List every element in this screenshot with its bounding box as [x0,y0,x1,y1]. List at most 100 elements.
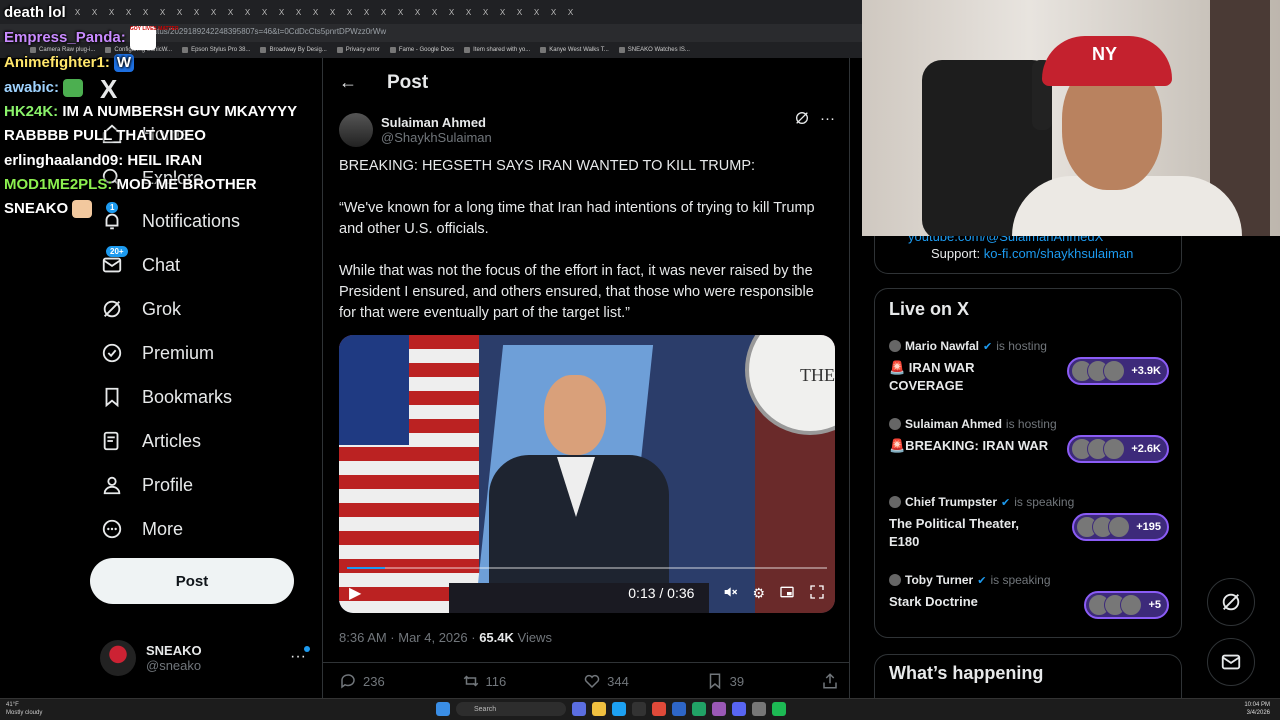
browser-tab[interactable]: X [444,4,459,20]
video-progress-fill [347,567,386,569]
taskbar-icons: Search [436,702,786,716]
sidebar-item-label: Chat [142,254,181,275]
discord-icon[interactable] [732,702,746,716]
sidebar-item-articles[interactable]: Articles [100,421,201,461]
browser-tab[interactable]: X [393,4,408,20]
bookmark-item[interactable]: Kanye West Walks T... [540,47,609,53]
chrome-icon[interactable] [652,702,666,716]
chat-username: HK24K: [4,103,59,121]
sidebar-item-more[interactable]: More [100,509,183,549]
bookmark-item[interactable]: Item shared with yo... [464,47,530,53]
sidebar-item-premium[interactable]: Premium [100,333,214,373]
app-icon[interactable] [572,702,586,716]
page-title: Post [387,72,429,93]
space-listeners-pill[interactable]: +5 [1084,591,1169,619]
settings-gear-icon[interactable]: ⚙ [752,585,765,602]
taskbar-search[interactable]: Search [456,702,566,716]
weather-widget[interactable]: 41°F Mostly cloudy [6,701,42,717]
sidebar-item-label: Articles [142,430,202,451]
browser-tab[interactable]: X [461,4,476,20]
chat-message: awabic: [4,75,314,100]
video-progress-bar[interactable] [347,567,827,569]
chat-username: Animefighter1: [4,54,110,72]
browser-tab[interactable]: X [410,4,425,20]
browser-tab[interactable]: X [563,4,578,20]
author-name[interactable]: Sulaiman Ahmed [381,115,492,130]
fullscreen-icon[interactable] [809,584,825,603]
browser-tab[interactable]: X [359,4,374,20]
spotify-icon[interactable] [772,702,786,716]
browser-tab[interactable]: X [342,4,357,20]
browser-tab[interactable]: X [546,4,561,20]
app-icon[interactable] [672,702,686,716]
support-link[interactable]: ko-fi.com/shaykhsulaiman [984,246,1134,261]
repost-button[interactable]: 116 [462,672,506,690]
views-label: Views [513,630,552,645]
more-icon[interactable]: ··· [820,110,835,130]
live-space-item[interactable]: Chief Trumpster ✔ is speaking The Politica… [889,495,1169,561]
reply-button[interactable]: 236 [339,672,385,690]
post-author[interactable]: Sulaiman Ahmed @ShaykhSulaiman [339,110,492,150]
app-icon[interactable] [692,702,706,716]
space-listeners-pill[interactable]: +2.6K [1067,435,1169,463]
play-icon[interactable]: ▶ [349,583,361,603]
browser-tab[interactable]: X [376,4,391,20]
share-button[interactable] [821,672,839,690]
bookmark-item[interactable]: Privacy error [336,47,380,53]
whats-happening-title: What’s happening [889,663,1044,683]
webcam-overlay: NY [862,0,1280,236]
chat-message: HK24K: IM A NUMBERSH GUY MKAYYYY RABBBB … [4,103,297,145]
browser-tab[interactable]: X [478,4,493,20]
post-tools: ··· [794,110,835,130]
sidebar-item-profile[interactable]: Profile [100,465,193,505]
pip-icon[interactable] [779,584,795,603]
mute-icon[interactable] [722,584,738,603]
file-explorer-icon[interactable] [592,702,606,716]
goy-lives-matter-emote: GOY LIVES MATTER [129,26,179,51]
live-space-item[interactable]: Mario Nawfal ✔ is hosting 🚨 IRAN WAR COVER… [889,339,1169,405]
sidebar-item-grok[interactable]: Grok [100,289,181,329]
browser-tab[interactable]: X [427,4,442,20]
articles-icon [100,429,124,453]
space-listeners-pill[interactable]: +195 [1072,513,1169,541]
like-button[interactable]: 344 [583,672,629,690]
app-icon[interactable] [752,702,766,716]
live-on-x-card: Live on X Mario Nawfal ✔ is hosting 🚨 IRAN… [874,288,1182,638]
video-player[interactable]: THE ▶ 0:13 / 0:36 ⚙ [339,335,835,613]
bookmark-item[interactable]: Fame - Google Docs [389,47,454,53]
messages-fab-button[interactable] [1207,638,1255,686]
post-timestamp[interactable]: 8:36 AM · Mar 4, 2026 · [339,630,479,645]
bookmark-item[interactable]: SNEAKO Watches IS... [618,47,690,53]
account-switcher[interactable]: SNEAKO @sneako ··· [100,636,310,680]
bookmark-count: 39 [729,673,745,689]
edge-icon[interactable] [612,702,626,716]
windows-start-icon[interactable] [436,702,450,716]
live-space-item[interactable]: Sulaiman Ahmed is hosting 🚨BREAKING: IRAN… [889,417,1169,483]
verified-icon [100,341,124,365]
app-icon[interactable] [712,702,726,716]
grok-fab-button[interactable] [1207,578,1255,626]
host-avatar [889,340,901,352]
bookmark-icon [709,673,720,690]
browser-tab[interactable]: X [495,4,510,20]
author-handle[interactable]: @ShaykhSulaiman [381,130,492,145]
post-button[interactable]: Post [90,558,294,604]
space-listeners-pill[interactable]: +3.9K [1067,357,1169,385]
sidebar-item-bookmarks[interactable]: Bookmarks [100,377,232,417]
browser-tab[interactable]: X [529,4,544,20]
browser-tab[interactable]: X [512,4,527,20]
w-emote: W [114,54,135,73]
back-arrow-icon[interactable]: ← [339,72,357,93]
grok-icon[interactable] [794,110,810,130]
bookmark-button[interactable]: 39 [706,672,744,690]
bookmark-favicon-icon [464,47,471,53]
live-space-item[interactable]: Toby Turner ✔ is speaking Stark Doctrine +… [889,573,1169,639]
sidebar-item-chat[interactable]: 20+ Chat [100,245,180,285]
sidebar-item-label: Profile [142,474,194,495]
view-count: 65.4K [479,630,514,645]
browser-tab[interactable]: X [325,4,340,20]
system-clock[interactable]: 10:04 PM 3/4/2026 [1244,701,1270,717]
chat-message: MOD1ME2PLS: MOD ME BROTHER SNEAKO [4,176,257,219]
author-avatar[interactable] [339,113,373,147]
app-icon[interactable] [632,702,646,716]
